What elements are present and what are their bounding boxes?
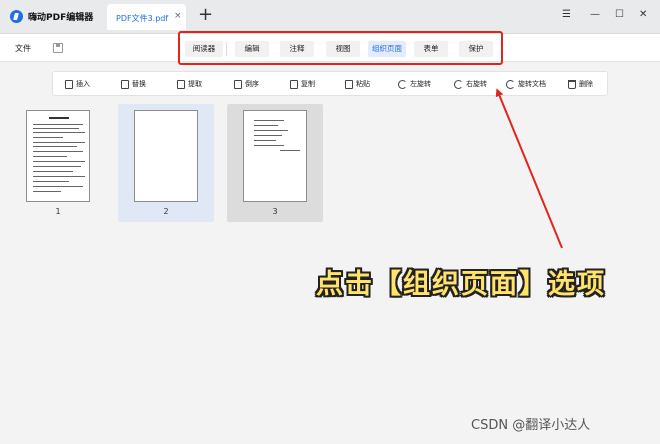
annotation-arrow xyxy=(495,88,563,249)
watermark: CSDN @翻译小达人 xyxy=(471,418,591,433)
instruction-callout: 点击【组织页面】选项 xyxy=(316,269,606,300)
